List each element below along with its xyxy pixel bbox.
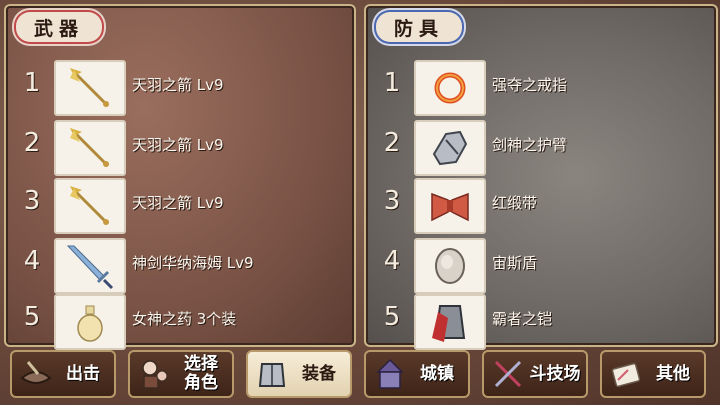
armor-slot-5[interactable]: 5 霸者之铠 (366, 292, 716, 350)
weapon-slot-4[interactable]: 4 神剑华纳海姆 Lv9 (6, 236, 354, 294)
armor-slot-4[interactable]: 4 宙斯盾 (366, 236, 716, 294)
slot-number: 2 (383, 128, 401, 158)
armor-name: 强夺之戒指 (492, 76, 568, 94)
ribbon-icon (414, 178, 486, 234)
armor-slot-1[interactable]: 1 强夺之戒指 (366, 58, 716, 116)
nav-label: 其他 (656, 363, 690, 384)
nav-label: 城镇 (420, 363, 454, 384)
other-icon (606, 354, 646, 394)
weapon-name: 女神之药 3个装 (132, 310, 237, 328)
gauntlet-icon (414, 120, 486, 176)
nav-other-button[interactable]: 其他 (600, 350, 706, 398)
arrow-icon (54, 60, 126, 116)
nav-town-button[interactable]: 城镇 (364, 350, 470, 398)
weapon-name: 天羽之箭 Lv9 (132, 76, 224, 94)
armor-name: 宙斯盾 (492, 254, 538, 272)
weapon-slot-2[interactable]: 2 天羽之箭 Lv9 (6, 118, 354, 176)
slot-number: 1 (23, 68, 41, 98)
sortie-icon (16, 354, 56, 394)
nav-arena-button[interactable]: 斗技场 (482, 350, 588, 398)
armor-name: 红缎带 (492, 194, 538, 212)
bottom-nav: 出击 选择 角色 装备 城镇 斗技场 其他 (0, 348, 720, 402)
town-icon (370, 354, 410, 394)
shield-icon (414, 238, 486, 294)
slot-number: 1 (383, 68, 401, 98)
slot-number: 4 (383, 246, 401, 276)
weapon-name: 天羽之箭 Lv9 (132, 136, 224, 154)
slot-number: 3 (23, 186, 41, 216)
nav-label: 出击 (66, 363, 100, 384)
nav-select-character-button[interactable]: 选择 角色 (128, 350, 234, 398)
armor-panel: 防具 1 强夺之戒指 2 剑神之护臂 3 红缎带 4 宙斯盾 5 霸者之铠 (364, 4, 718, 350)
armor-icon (414, 294, 486, 350)
weapon-slot-3[interactable]: 3 天羽之箭 Lv9 (6, 176, 354, 234)
arrow-icon (54, 120, 126, 176)
nav-equipment-button[interactable]: 装备 (246, 350, 352, 398)
weapon-slot-5[interactable]: 5 女神之药 3个装 (6, 292, 354, 350)
weapons-title: 武器 (16, 12, 102, 42)
slot-number: 3 (383, 186, 401, 216)
potion-icon (54, 294, 126, 350)
slot-number: 4 (23, 246, 41, 276)
nav-label: 选择 角色 (184, 354, 218, 393)
arrow-icon (54, 178, 126, 234)
armor-name: 霸者之铠 (492, 310, 553, 328)
equipment-icon (252, 354, 292, 394)
armor-slot-3[interactable]: 3 红缎带 (366, 176, 716, 234)
armor-name: 剑神之护臂 (492, 136, 568, 154)
armor-slot-2[interactable]: 2 剑神之护臂 (366, 118, 716, 176)
armor-title: 防具 (376, 12, 462, 42)
character-icon (134, 354, 174, 394)
nav-label: 斗技场 (529, 363, 581, 384)
ring-icon (414, 60, 486, 116)
slot-number: 5 (23, 302, 41, 332)
weapons-panel: 武器 1 天羽之箭 Lv9 2 天羽之箭 Lv9 3 天羽之箭 Lv9 4 神剑… (4, 4, 356, 350)
weapon-name: 天羽之箭 Lv9 (132, 194, 224, 212)
weapon-slot-1[interactable]: 1 天羽之箭 Lv9 (6, 58, 354, 116)
slot-number: 5 (383, 302, 401, 332)
nav-sortie-button[interactable]: 出击 (10, 350, 116, 398)
sword-icon (54, 238, 126, 294)
arena-icon (488, 354, 528, 394)
slot-number: 2 (23, 128, 41, 158)
weapon-name: 神剑华纳海姆 Lv9 (132, 254, 254, 272)
nav-label: 装备 (302, 363, 336, 384)
